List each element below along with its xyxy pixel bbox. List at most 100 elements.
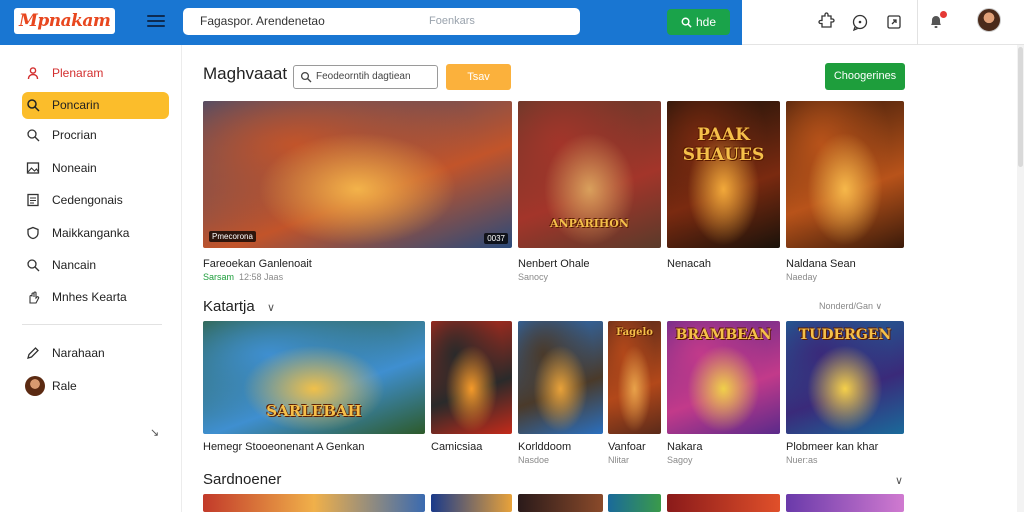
sidebar-item-plenaram[interactable]: Plenaram [22, 60, 169, 87]
search-icon [27, 259, 40, 272]
puzzle-icon[interactable] [816, 12, 836, 32]
sidebar-item-narahaan[interactable]: Narahaan [22, 340, 169, 367]
filter-input[interactable]: Feodeorntih dagtiean [293, 65, 438, 89]
card-subtitle: Sarsam 12:58 Jaas [203, 272, 283, 282]
game-card[interactable] [786, 494, 904, 512]
game-logo-text: PAAK SHAUES [682, 125, 765, 165]
game-logo-text: ANPARIHON [550, 217, 629, 230]
search-input[interactable]: Fagaspor. Arendenetao Foenkars [183, 8, 580, 35]
export-icon[interactable] [884, 12, 904, 32]
collapse-sidebar-icon[interactable]: ↘ [150, 426, 159, 439]
sidebar-item-label: Nancain [52, 258, 97, 272]
card-title: Nakara [667, 441, 703, 453]
sidebar-item-procrian[interactable]: Procrian [22, 122, 169, 149]
game-logo-text: Fagelo [616, 327, 653, 338]
game-card-featured[interactable]: Pmecorona 0037 [203, 101, 512, 248]
user-avatar[interactable] [977, 8, 1001, 32]
card-title: Nenacah [667, 258, 712, 270]
sidebar-item-noneain[interactable]: Noneain [22, 155, 169, 182]
search-input-value: Fagaspor. Arendenetao [200, 14, 325, 28]
sidebar-item-label: Mnhes Kearta [52, 290, 127, 304]
search-button[interactable]: hde [667, 9, 730, 35]
card-subtitle: Naeday [786, 272, 818, 282]
filter-apply-button[interactable]: Tsav [446, 64, 511, 90]
person-icon [27, 67, 39, 80]
game-card[interactable] [518, 494, 603, 512]
document-icon [27, 193, 39, 207]
game-card[interactable]: ANPARIHON [518, 101, 661, 248]
section-title: Sardnoener [203, 471, 282, 488]
game-card[interactable] [608, 494, 661, 512]
sidebar-item-cedengonais[interactable]: Cedengonais [22, 187, 169, 214]
shield-icon [27, 226, 39, 240]
sidebar: Plenaram Poncarin Procrian Noneain Ceden… [0, 45, 182, 512]
sidebar-item-label: Procrian [52, 128, 97, 142]
game-card[interactable]: Fagelo [608, 321, 661, 434]
sidebar-item-rale[interactable]: Rale [22, 373, 169, 400]
avatar [25, 376, 45, 396]
game-artwork [518, 321, 603, 434]
sidebar-item-label: Cedengonais [52, 193, 123, 207]
page-title: Maghvaaat [203, 64, 288, 83]
app-logo[interactable]: Mpnakam [14, 8, 116, 34]
game-card[interactable]: PAAK SHAUES [667, 101, 780, 248]
sidebar-item-label: Plenaram [52, 66, 104, 80]
top-bar: Mpnakam Fagaspor. Arendenetao Foenkars h… [0, 0, 1024, 45]
game-logo-text: TUDERGEN [798, 327, 892, 343]
scrollbar-thumb[interactable] [1018, 47, 1023, 167]
game-card[interactable]: TUDERGEN [786, 321, 904, 434]
game-artwork [203, 101, 512, 248]
card-title: Fareoekan Ganlenoait [203, 258, 312, 270]
filter-input-placeholder: Feodeorntih dagtiean [316, 71, 411, 82]
game-card[interactable] [667, 494, 780, 512]
card-badge: Pmecorona [209, 231, 256, 242]
game-card[interactable] [431, 321, 512, 434]
sidebar-item-poncarin[interactable]: Poncarin [22, 92, 169, 119]
card-subtitle: Sanocy [518, 272, 549, 282]
game-card[interactable] [786, 101, 904, 248]
card-title: Plobmeer kan khar [786, 441, 879, 453]
card-subtitle: Nasdoe [518, 455, 550, 465]
game-card[interactable]: SARLEBAH [203, 321, 425, 434]
sidebar-item-label: Noneain [52, 161, 97, 175]
sidebar-item-label: Rale [52, 379, 77, 393]
image-icon [26, 162, 40, 174]
game-card[interactable] [431, 494, 512, 512]
card-subtitle: Nlitar [608, 455, 630, 465]
primary-action-button[interactable]: Choogerines [825, 63, 905, 90]
search-icon [300, 71, 312, 83]
pencil-icon [27, 347, 39, 359]
game-card[interactable] [518, 321, 603, 434]
game-logo-text: SARLEBAH [266, 402, 362, 420]
game-artwork [667, 101, 780, 248]
section-sort-dropdown[interactable]: Nonderd/Gan ∨ [819, 301, 882, 312]
chevron-down-icon[interactable]: ∨ [895, 474, 903, 487]
sidebar-item-mnhes-kearta[interactable]: Mnhes Kearta [22, 284, 169, 311]
card-subtitle: Nuer:as [786, 455, 818, 465]
page-scrollbar[interactable] [1017, 45, 1024, 512]
chevron-down-icon[interactable]: ∨ [267, 301, 275, 314]
card-title: Korlddoom [518, 441, 572, 453]
card-title: Nenbert Ohale [518, 258, 590, 270]
sidebar-item-label: Maikkanganka [52, 226, 130, 240]
card-subtitle: Sagoy [667, 455, 693, 465]
card-title: Hemegr Stooeonenant A Genkan [203, 441, 365, 453]
chat-icon[interactable] [850, 12, 870, 32]
card-meta: 12:58 Jaas [239, 272, 284, 282]
search-icon [27, 129, 40, 142]
menu-icon[interactable] [147, 12, 165, 30]
game-artwork [431, 321, 512, 434]
card-title: Vanfoar [608, 441, 646, 453]
hand-icon [29, 291, 40, 304]
card-title: Naldana Sean [786, 258, 856, 270]
section-title: Katartja [203, 298, 255, 315]
notification-badge [940, 11, 947, 18]
game-card[interactable] [203, 494, 425, 512]
game-artwork [786, 101, 904, 248]
sidebar-item-maikkanganka[interactable]: Maikkanganka [22, 220, 169, 247]
game-card[interactable]: BRAMBEAN [667, 321, 780, 434]
search-icon [681, 17, 692, 28]
search-button-label: hde [695, 15, 717, 29]
sidebar-item-nancain[interactable]: Nancain [22, 252, 169, 279]
card-tag: Sarsam [203, 272, 235, 282]
